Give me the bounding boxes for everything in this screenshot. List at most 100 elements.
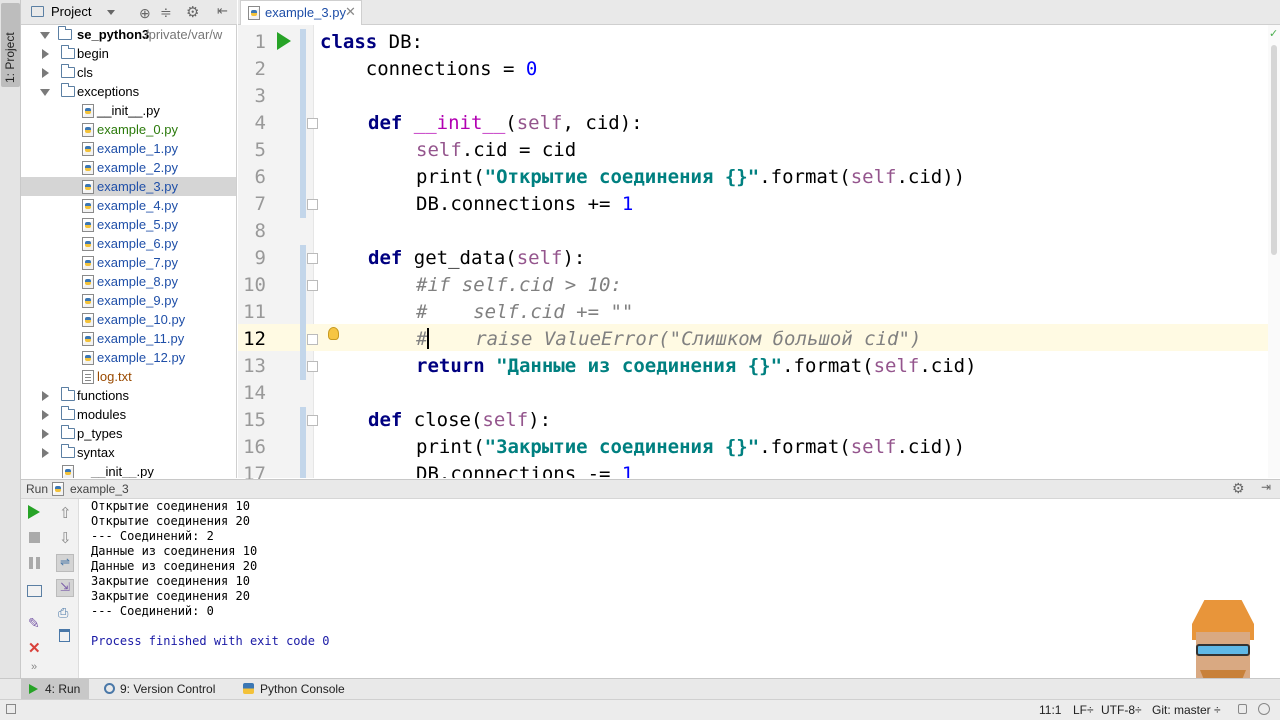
more-icon[interactable]: » (31, 661, 37, 673)
hide-panel-icon[interactable]: ⇥ (1261, 480, 1271, 494)
string-literal: "Открытие соединения {}" (484, 166, 760, 188)
code-line[interactable]: def __init__(self, cid): (368, 110, 643, 137)
fold-icon[interactable] (307, 280, 318, 291)
tree-item[interactable]: example_3.py (21, 177, 236, 196)
tree-item[interactable]: syntax (21, 443, 236, 462)
python-file-icon (82, 256, 94, 270)
file-encoding[interactable]: UTF-8÷ (1101, 703, 1142, 717)
tree-root[interactable]: se_python3 /private/var/w (21, 25, 236, 44)
fold-icon[interactable] (307, 334, 318, 345)
tree-item-label: cls (77, 65, 93, 80)
rerun-icon[interactable] (28, 505, 40, 519)
tree-item[interactable]: example_0.py (21, 120, 236, 139)
project-panel-title[interactable]: Project (51, 4, 91, 19)
code-line[interactable]: DB.connections += 1 (416, 191, 633, 218)
tree-item[interactable]: example_6.py (21, 234, 236, 253)
tree-item[interactable]: example_7.py (21, 253, 236, 272)
project-tool-tab[interactable]: 1: Project (1, 3, 20, 87)
version-control-tab[interactable]: 9: Version Control (120, 681, 215, 698)
tree-item[interactable]: example_12.py (21, 348, 236, 367)
arrow-up-icon[interactable]: ⇧ (59, 504, 72, 522)
tree-item[interactable]: modules (21, 405, 236, 424)
tree-item[interactable]: exceptions (21, 82, 236, 101)
tree-item[interactable]: example_1.py (21, 139, 236, 158)
status-bar-toggle-icon[interactable] (6, 704, 16, 714)
lightbulb-icon[interactable] (328, 327, 339, 340)
code-line[interactable]: print("Открытие соединения {}".format(se… (416, 164, 965, 191)
code-line[interactable]: print("Закрытие соединения {}".format(se… (416, 434, 965, 461)
chevron-right-icon[interactable] (42, 410, 49, 420)
code-line[interactable]: def close(self): (368, 407, 551, 434)
editor-tab-example-3[interactable]: example_3.py ✕ (240, 0, 362, 25)
hide-panel-icon[interactable]: ⇤ (217, 3, 228, 19)
tree-item[interactable]: __init__.py (21, 462, 236, 478)
gear-icon[interactable]: ⚙ (1232, 480, 1245, 497)
fold-icon[interactable] (307, 415, 318, 426)
tree-item[interactable]: example_11.py (21, 329, 236, 348)
soft-wrap-icon[interactable]: ⇌ (56, 554, 74, 572)
run-gutter-icon[interactable] (277, 32, 291, 50)
sync-icon[interactable]: ⊕ (139, 5, 151, 22)
tree-item[interactable]: cls (21, 63, 236, 82)
code-line[interactable]: #if self.cid > 10: (416, 272, 622, 299)
tree-item[interactable]: functions (21, 386, 236, 405)
layout-icon[interactable] (27, 585, 42, 597)
fold-icon[interactable] (307, 199, 318, 210)
code-text: .cid) (919, 355, 977, 377)
print-icon[interactable]: ⎙ (58, 605, 68, 621)
inspector-icon[interactable] (1258, 703, 1270, 715)
editor-scrollbar[interactable]: ✓ (1268, 25, 1280, 478)
console-output[interactable] (80, 499, 1268, 678)
tree-item[interactable]: p_types (21, 424, 236, 443)
code-line[interactable]: class DB: (320, 29, 423, 56)
chevron-down-icon[interactable] (40, 89, 50, 96)
chevron-down-icon[interactable] (40, 32, 50, 39)
arrow-down-icon[interactable]: ⇩ (59, 529, 72, 547)
run-config-tab[interactable]: example_3 (70, 482, 129, 496)
close-icon[interactable]: ✕ (345, 4, 356, 20)
tree-item[interactable]: begin (21, 44, 236, 63)
fold-icon[interactable] (307, 253, 318, 264)
tree-item[interactable]: example_4.py (21, 196, 236, 215)
chevron-right-icon[interactable] (42, 49, 49, 59)
tree-item[interactable]: example_9.py (21, 291, 236, 310)
gear-icon[interactable]: ⚙ (186, 3, 199, 21)
tree-item[interactable]: example_5.py (21, 215, 236, 234)
chevron-right-icon[interactable] (42, 448, 49, 458)
self-keyword: self (482, 409, 529, 431)
lock-icon[interactable] (1238, 704, 1247, 714)
pin-icon[interactable]: ✎ (28, 615, 40, 632)
code-line[interactable]: DB.connections -= 1 (416, 461, 633, 478)
stop-icon[interactable] (29, 532, 40, 543)
caret-position[interactable]: 11:1 (1039, 703, 1061, 717)
code-line[interactable]: connections = 0 (320, 56, 538, 83)
tree-item[interactable]: example_10.py (21, 310, 236, 329)
tree-item[interactable]: example_8.py (21, 272, 236, 291)
line-separator[interactable]: LF÷ (1073, 703, 1094, 717)
fold-icon[interactable] (307, 118, 318, 129)
code-line[interactable]: # raise ValueError("Слишком большой cid"… (416, 326, 921, 353)
view-dropdown-icon[interactable] (107, 10, 115, 15)
code-line[interactable]: return "Данные из соединения {}".format(… (416, 353, 977, 380)
run-tool-tab-label[interactable]: 4: Run (45, 681, 80, 698)
tree-item[interactable]: example_2.py (21, 158, 236, 177)
code-text: DB.connections += (416, 193, 622, 215)
tree-item[interactable]: __init__.py (21, 101, 236, 120)
collapse-all-icon[interactable]: ≑ (160, 4, 172, 21)
chevron-right-icon[interactable] (42, 68, 49, 78)
pause-icon[interactable] (29, 557, 40, 569)
python-file-icon (82, 142, 94, 156)
python-console-tab[interactable]: Python Console (260, 681, 345, 698)
tree-item[interactable]: log.txt (21, 367, 236, 386)
scroll-thumb[interactable] (1271, 45, 1277, 255)
trash-icon[interactable] (59, 629, 70, 642)
scroll-to-end-icon[interactable]: ⇲ (56, 579, 74, 597)
chevron-right-icon[interactable] (42, 391, 49, 401)
chevron-right-icon[interactable] (42, 429, 49, 439)
code-line[interactable]: self.cid = cid (416, 137, 576, 164)
code-line[interactable]: def get_data(self): (368, 245, 585, 272)
code-line[interactable]: # self.cid += "" (416, 299, 633, 326)
close-icon[interactable]: ✕ (28, 639, 41, 657)
fold-icon[interactable] (307, 361, 318, 372)
git-branch[interactable]: Git: master ÷ (1152, 703, 1221, 717)
